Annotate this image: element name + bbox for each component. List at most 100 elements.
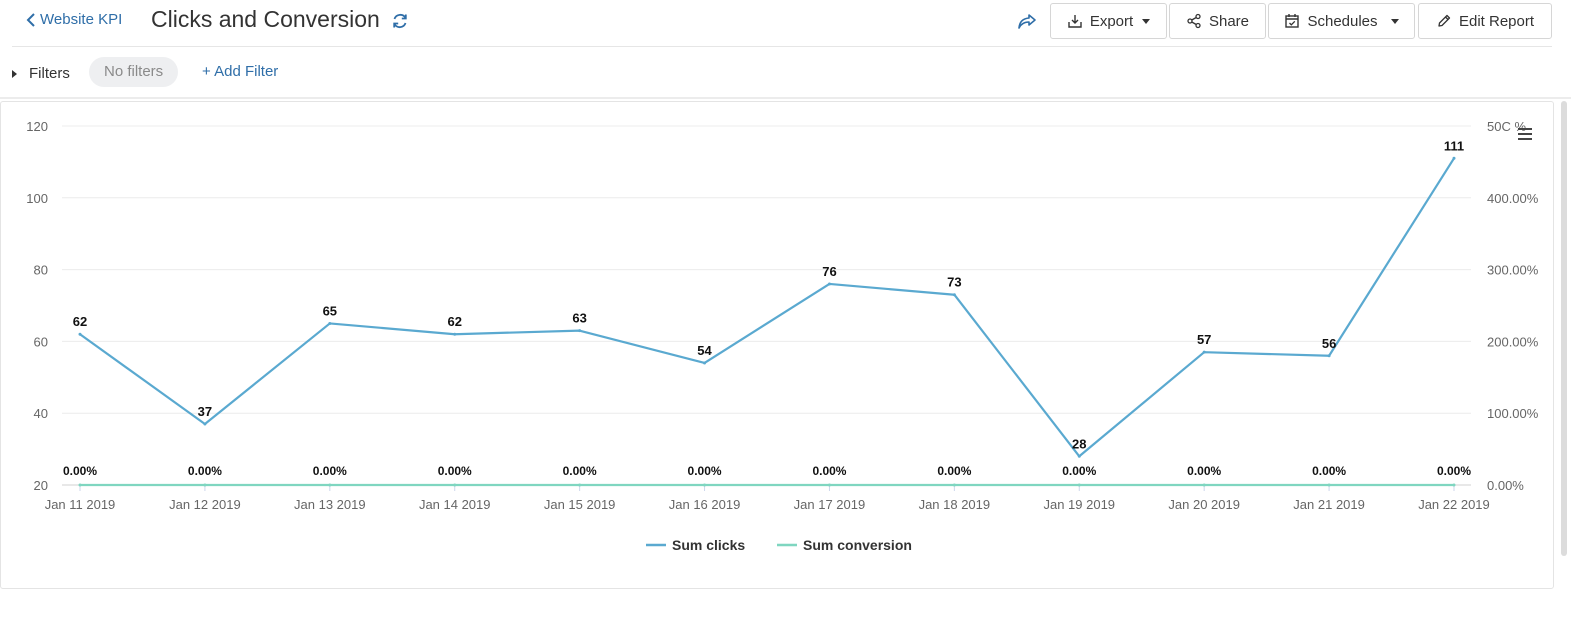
data-point-sum-conversion[interactable] <box>453 483 457 487</box>
legend-item-sum-clicks[interactable]: Sum clicks <box>672 537 745 553</box>
back-link-label: Website KPI <box>40 11 123 28</box>
page-title: Clicks and Conversion <box>151 6 380 32</box>
y-tick-label: 80 <box>34 263 48 278</box>
x-tick-label: Jan 17 2019 <box>794 497 866 512</box>
data-label-sum-conversion: 0.00% <box>1312 464 1346 478</box>
data-label-sum-clicks: 57 <box>1197 332 1211 347</box>
y2-tick-label: 200.00% <box>1487 334 1539 349</box>
data-label-sum-clicks: 37 <box>198 404 212 419</box>
filter-divider <box>0 97 1571 99</box>
data-point-sum-conversion[interactable] <box>703 483 707 487</box>
data-label-sum-conversion: 0.00% <box>563 464 597 478</box>
data-point-sum-conversion[interactable] <box>1327 483 1331 487</box>
schedules-button[interactable]: Schedules <box>1268 3 1415 39</box>
add-filter-link[interactable]: + Add Filter <box>202 63 278 80</box>
y2-tick-label: 50C % <box>1487 119 1526 134</box>
chart-panel: 120 100 80 60 40 20 50C % 400.00% 300.00% 200.00… <box>0 101 1554 589</box>
back-link[interactable]: Website KPI <box>26 11 122 28</box>
x-tick-label: Jan 21 2019 <box>1293 497 1365 512</box>
filters-label: Filters <box>29 65 70 82</box>
data-label-sum-conversion: 0.00% <box>1437 464 1471 478</box>
data-point-sum-conversion[interactable] <box>827 483 831 487</box>
data-point-sum-clicks[interactable] <box>578 329 582 333</box>
data-point-sum-clicks[interactable] <box>1452 156 1456 160</box>
y2-tick-label: 300.00% <box>1487 263 1539 278</box>
schedules-label: Schedules <box>1307 12 1378 30</box>
data-label-sum-conversion: 0.00% <box>313 464 347 478</box>
data-label-sum-clicks: 54 <box>697 343 712 358</box>
filter-bar: Filters No filters + Add Filter <box>0 47 1571 97</box>
x-tick-label: Jan 18 2019 <box>919 497 991 512</box>
caret-down-icon <box>1142 18 1151 24</box>
pencil-icon <box>1438 14 1451 27</box>
report-header: Website KPI Clicks and Conversion Export… <box>0 0 1571 46</box>
y-tick-label: 120 <box>26 119 48 134</box>
data-point-sum-conversion[interactable] <box>203 483 207 487</box>
data-point-sum-clicks[interactable] <box>952 293 956 297</box>
export-icon <box>1068 15 1082 28</box>
data-point-sum-clicks[interactable] <box>78 332 82 336</box>
y2-tick-label: 100.00% <box>1487 406 1539 421</box>
data-point-sum-clicks[interactable] <box>1327 354 1331 358</box>
y2-tick-label: 0.00% <box>1487 478 1524 493</box>
x-tick-label: Jan 22 2019 <box>1418 497 1490 512</box>
y-tick-label: 60 <box>34 334 48 349</box>
data-point-sum-clicks[interactable] <box>703 361 707 365</box>
data-label-sum-conversion: 0.00% <box>438 464 472 478</box>
share-icon <box>1187 13 1201 29</box>
x-tick-label: Jan 14 2019 <box>419 497 491 512</box>
share-label: Share <box>1208 12 1250 30</box>
data-label-sum-clicks: 56 <box>1322 336 1336 351</box>
edit-report-label: Edit Report <box>1458 12 1535 30</box>
filters-toggle[interactable]: Filters <box>12 65 70 82</box>
edit-report-button[interactable]: Edit Report <box>1418 3 1552 39</box>
data-point-sum-conversion[interactable] <box>1452 483 1456 487</box>
export-label: Export <box>1089 12 1134 30</box>
data-label-sum-clicks: 65 <box>323 303 337 318</box>
data-label-sum-clicks: 62 <box>447 314 461 329</box>
data-point-sum-conversion[interactable] <box>952 483 956 487</box>
menu-icon[interactable] <box>1518 128 1532 140</box>
data-point-sum-conversion[interactable] <box>578 483 582 487</box>
data-label-sum-conversion: 0.00% <box>688 464 722 478</box>
caret-down-icon <box>1390 18 1399 24</box>
data-point-sum-conversion[interactable] <box>1077 483 1081 487</box>
data-label-sum-clicks: 76 <box>822 264 836 279</box>
caret-right-icon <box>12 69 17 78</box>
data-label-sum-clicks: 111 <box>1444 138 1464 153</box>
y2-tick-label: 400.00% <box>1487 191 1539 206</box>
x-tick-label: Jan 13 2019 <box>294 497 366 512</box>
data-point-sum-clicks[interactable] <box>328 321 332 325</box>
data-label-sum-clicks: 28 <box>1072 436 1086 451</box>
refresh-icon[interactable] <box>390 11 410 31</box>
data-point-sum-conversion[interactable] <box>78 483 82 487</box>
data-point-sum-clicks[interactable] <box>453 332 457 336</box>
data-point-sum-clicks[interactable] <box>1202 350 1206 354</box>
data-label-sum-clicks: 73 <box>947 275 961 290</box>
data-point-sum-clicks[interactable] <box>203 422 207 426</box>
data-point-sum-conversion[interactable] <box>328 483 332 487</box>
export-button[interactable]: Export <box>1050 3 1167 39</box>
y-tick-label: 20 <box>34 478 48 493</box>
data-label-sum-clicks: 63 <box>572 311 586 326</box>
data-label-sum-conversion: 0.00% <box>1062 464 1096 478</box>
x-tick-label: Jan 12 2019 <box>169 497 241 512</box>
x-tick-label: Jan 15 2019 <box>544 497 616 512</box>
series-line-sum-clicks[interactable] <box>79 157 1455 458</box>
data-point-sum-conversion[interactable] <box>1202 483 1206 487</box>
calendar-icon <box>1285 14 1300 28</box>
data-label-sum-conversion: 0.00% <box>188 464 222 478</box>
line-chart: 120 100 80 60 40 20 50C % 400.00% 300.00% 200.00… <box>26 119 1539 553</box>
chevron-left-icon <box>26 12 35 27</box>
data-label-sum-conversion: 0.00% <box>812 464 846 478</box>
x-tick-label: Jan 11 2019 <box>45 497 116 512</box>
y-tick-label: 40 <box>34 406 48 421</box>
data-label-sum-conversion: 0.00% <box>937 464 971 478</box>
scrollbar[interactable] <box>1561 101 1567 556</box>
x-tick-label: Jan 19 2019 <box>1043 497 1115 512</box>
share-button[interactable]: Share <box>1169 3 1266 39</box>
share-arrow-icon[interactable] <box>1016 10 1038 32</box>
legend-item-sum-conversion[interactable]: Sum conversion <box>803 537 912 553</box>
data-point-sum-clicks[interactable] <box>827 282 831 286</box>
data-point-sum-clicks[interactable] <box>1077 454 1081 458</box>
